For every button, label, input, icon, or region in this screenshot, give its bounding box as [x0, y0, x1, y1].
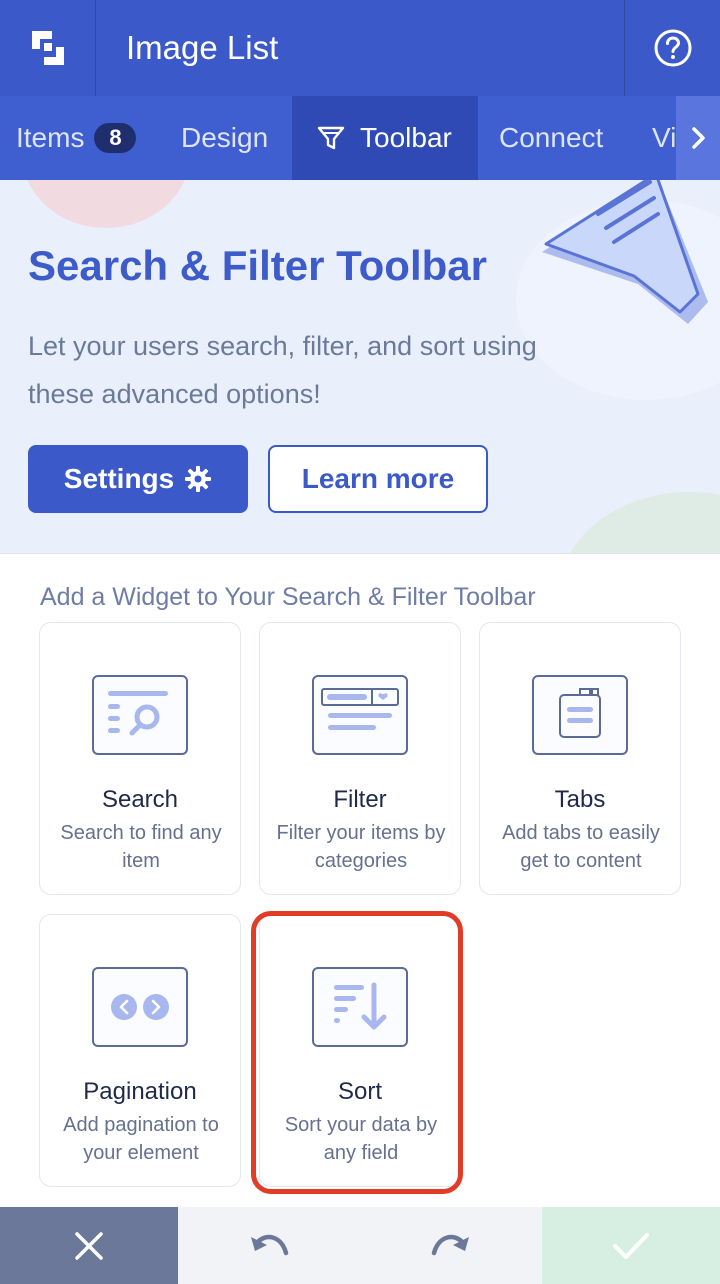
check-icon: [613, 1232, 649, 1259]
tab-items[interactable]: Items 8: [16, 96, 166, 180]
tab-connect[interactable]: Connect: [499, 96, 629, 180]
hero-title: Search & Filter Toolbar: [28, 242, 487, 289]
redo-icon: [431, 1234, 469, 1255]
app-logo-icon: [31, 31, 64, 65]
tab-bar: Items 8 Design Toolbar Connect Vi: [0, 96, 720, 180]
search-widget-icon: [92, 675, 188, 755]
help-button[interactable]: [624, 0, 720, 96]
widget-title: Filter: [333, 786, 387, 813]
tab-label-connect: Connect: [499, 122, 604, 153]
filter-icon: [317, 126, 345, 150]
widget-description: Search to find any item: [60, 822, 222, 872]
widget-description: Filter your items by categories: [276, 822, 446, 872]
settings-button[interactable]: Settings: [28, 445, 248, 513]
pagination-widget-icon: [92, 967, 188, 1047]
widget-card-filter[interactable]: Filter Filter your items by categories: [259, 622, 461, 895]
confirm-button[interactable]: [542, 1207, 720, 1284]
gear-icon: [185, 466, 212, 492]
widget-title: Pagination: [83, 1078, 197, 1105]
widget-card-search[interactable]: Search Search to find any item: [39, 622, 241, 895]
decor-blob: [22, 180, 190, 228]
widget-description: Add pagination to your element: [63, 1114, 219, 1164]
tab-label-items: Items: [16, 122, 85, 153]
widget-title: Sort: [337, 1078, 382, 1105]
sort-widget-icon: [312, 967, 408, 1047]
chevron-right-icon: [692, 127, 705, 149]
help-circle-icon: [654, 29, 691, 67]
widgets-section-title: Add a Widget to Your Search & Filter Too…: [40, 583, 536, 611]
close-button[interactable]: [0, 1207, 178, 1284]
widget-description: Sort your data by any field: [284, 1114, 438, 1164]
hero-banner: Search & Filter Toolbar Let your users s…: [0, 180, 720, 554]
widget-description: Add tabs to easily get to content: [502, 822, 660, 872]
redo-button[interactable]: [360, 1207, 542, 1284]
decor-blob: [560, 492, 720, 553]
funnel-illustration: [542, 180, 708, 324]
bottom-action-bar: [0, 1207, 720, 1284]
widget-card-tabs[interactable]: Tabs Add tabs to easily get to content: [479, 622, 681, 895]
tab-design[interactable]: Design: [181, 96, 291, 180]
tab-toolbar[interactable]: Toolbar: [292, 96, 478, 180]
tab-label-partial: Vi: [652, 122, 677, 153]
filter-widget-icon: [312, 675, 408, 755]
undo-button[interactable]: [178, 1207, 360, 1284]
tab-label-design: Design: [181, 122, 269, 153]
tabs-widget-icon: [532, 675, 628, 755]
widget-card-sort[interactable]: Sort Sort your data by any field: [259, 914, 461, 1187]
undo-icon: [251, 1234, 289, 1255]
widget-card-pagination[interactable]: Pagination Add pagination to your elemen…: [39, 914, 241, 1187]
close-icon: [75, 1231, 103, 1260]
app-logo[interactable]: [0, 0, 96, 96]
widget-title: Search: [101, 786, 179, 813]
items-count-badge: 8: [94, 123, 137, 153]
tabs-scroll-right-button[interactable]: [676, 96, 720, 180]
hero-description: Let your users search, filter, and sort …: [28, 331, 537, 409]
page-title: Image List: [126, 29, 279, 66]
tab-label-toolbar: Toolbar: [360, 122, 452, 153]
app-header: Image List: [0, 0, 720, 96]
widget-title: Tabs: [554, 786, 606, 813]
learn-more-button[interactable]: Learn more: [268, 445, 488, 513]
settings-button-label: Settings: [63, 463, 175, 494]
